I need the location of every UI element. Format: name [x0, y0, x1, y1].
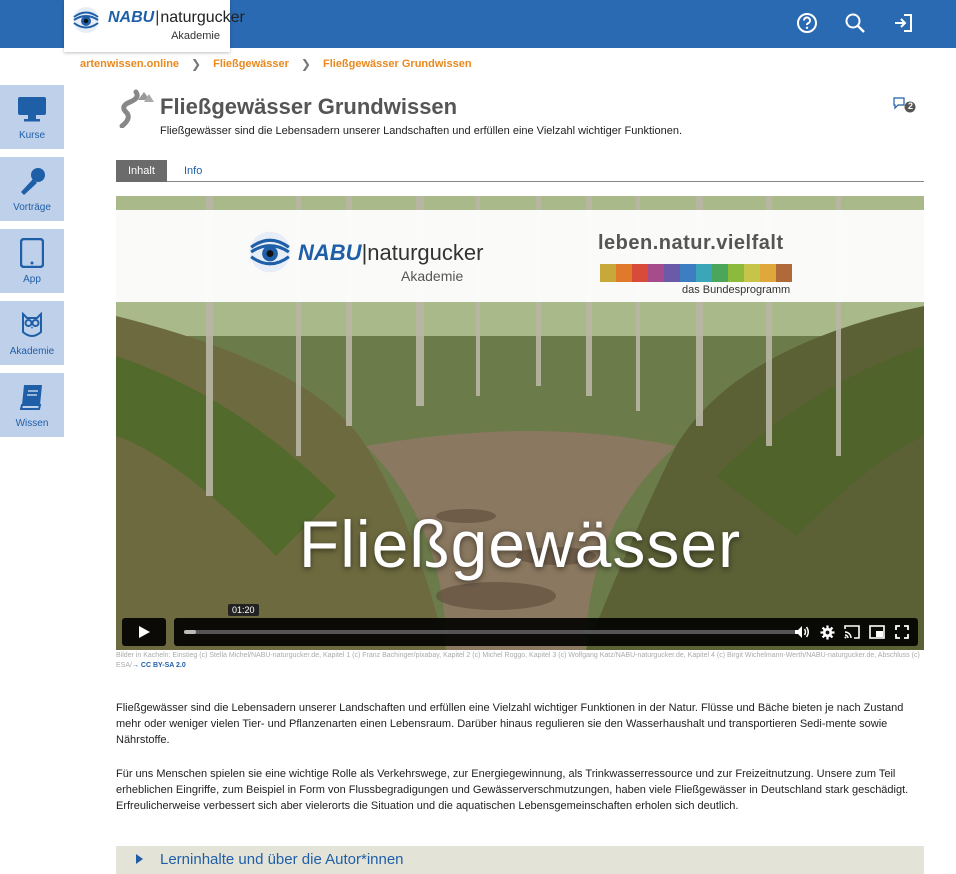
video-logo-subtitle: Akademie — [401, 268, 464, 284]
image-credits: Bilder in Kacheln: Einstieg (c) Stella M… — [116, 651, 924, 671]
fullscreen-icon[interactable] — [894, 624, 910, 640]
sidebar-item-vortraege[interactable]: Vorträge — [0, 157, 64, 221]
sidebar: Kurse Vorträge App Akademie Wissen — [0, 85, 64, 445]
tablet-icon — [17, 237, 47, 268]
progress-bar[interactable]: 01:20 — [174, 604, 918, 646]
content-paragraph-2: Für uns Menschen spielen sie eine wichti… — [116, 768, 909, 812]
book-icon — [17, 382, 47, 412]
credits-text: Bilder in Kacheln: Einstieg (c) Stella M… — [116, 652, 920, 669]
sidebar-item-label: Akademie — [9, 345, 55, 357]
microphone-icon — [17, 166, 47, 196]
content-paragraph-1: Fließgewässer sind die Lebensadern unser… — [116, 702, 904, 746]
logo[interactable]: NABU|naturgucker Akademie — [64, 0, 245, 52]
settings-gear-icon[interactable] — [819, 624, 835, 640]
comment-count: 2 — [907, 101, 913, 111]
current-time-badge: 01:20 — [228, 604, 259, 616]
video-logo-text: NABU|naturgucker — [298, 240, 483, 266]
video-player[interactable]: NABU|naturgucker Akademie leben.natur.vi… — [116, 196, 924, 650]
logout-icon[interactable] — [890, 10, 916, 36]
nabu-eye-icon — [73, 7, 99, 33]
comment-icon — [893, 97, 916, 113]
video-controls: 01:20 — [122, 604, 918, 646]
logo-name: naturgucker — [160, 9, 245, 26]
logo-separator: | — [155, 9, 160, 26]
logo-brand: NABU — [108, 9, 155, 26]
video-logo-brand: NABU — [298, 240, 362, 265]
owl-icon — [17, 310, 47, 340]
progress-track[interactable] — [184, 630, 796, 634]
partner-logo-text: leben.natur.vielfalt — [598, 232, 784, 254]
accordion-lerninhalte[interactable]: Lerninhalte und über die Autor*innen — [116, 846, 924, 874]
caret-right-icon — [136, 854, 143, 864]
tab-inhalt[interactable]: Inhalt — [116, 160, 167, 182]
picture-in-picture-icon[interactable] — [869, 624, 885, 640]
breadcrumb-item-home[interactable]: artenwissen.online — [80, 58, 179, 70]
video-overlay-title: Fließgewässer — [298, 507, 742, 581]
sidebar-item-label: Kurse — [18, 129, 46, 141]
partner-logo-stripe — [600, 264, 792, 282]
chevron-right-icon: ❯ — [300, 57, 311, 71]
sidebar-item-label: Vorträge — [13, 201, 51, 213]
sidebar-item-label: Wissen — [15, 417, 49, 429]
nabu-eye-icon — [249, 231, 291, 273]
sidebar-item-wissen[interactable]: Wissen — [0, 373, 64, 437]
volume-icon[interactable] — [794, 624, 810, 640]
logo-subtitle: Akademie — [171, 30, 220, 42]
page-subtitle: Fließgewässer sind die Lebensadern unser… — [160, 125, 683, 137]
search-icon[interactable] — [842, 10, 868, 36]
top-icons — [794, 10, 916, 36]
sidebar-item-akademie[interactable]: Akademie — [0, 301, 64, 365]
page-title: Fließgewässer Grundwissen — [160, 94, 458, 119]
player-icons — [794, 624, 910, 640]
sidebar-item-label: App — [23, 273, 41, 285]
logo-text: NABU|naturgucker — [108, 8, 245, 28]
partner-logo-subtitle: das Bundesprogramm — [682, 284, 791, 296]
video-banner: NABU|naturgucker Akademie leben.natur.vi… — [116, 210, 924, 302]
sidebar-item-app[interactable]: App — [0, 229, 64, 293]
cast-icon[interactable] — [844, 624, 860, 640]
sidebar-item-kurse[interactable]: Kurse — [0, 85, 64, 149]
chevron-right-icon: ❯ — [191, 57, 202, 71]
breadcrumb-item-section[interactable]: Fließgewässer — [213, 58, 289, 70]
accordion-label: Lerninhalte und über die Autor*innen — [160, 851, 404, 868]
progress-fill — [184, 630, 197, 634]
play-icon — [139, 626, 150, 638]
license-link[interactable]: → CC BY-SA 2.0 — [132, 662, 186, 669]
video-logo-name: naturgucker — [367, 240, 484, 265]
help-icon[interactable] — [794, 10, 820, 36]
tab-bar: Inhalt Info — [116, 160, 924, 182]
monitor-icon — [17, 94, 47, 124]
play-button[interactable] — [122, 618, 166, 646]
river-icon — [119, 89, 154, 128]
breadcrumb-item-current[interactable]: Fließgewässer Grundwissen — [323, 58, 472, 70]
breadcrumb: artenwissen.online ❯ Fließgewässer ❯ Fli… — [80, 57, 472, 71]
comments-button[interactable]: 2 — [892, 96, 918, 114]
tab-info[interactable]: Info — [172, 160, 214, 182]
